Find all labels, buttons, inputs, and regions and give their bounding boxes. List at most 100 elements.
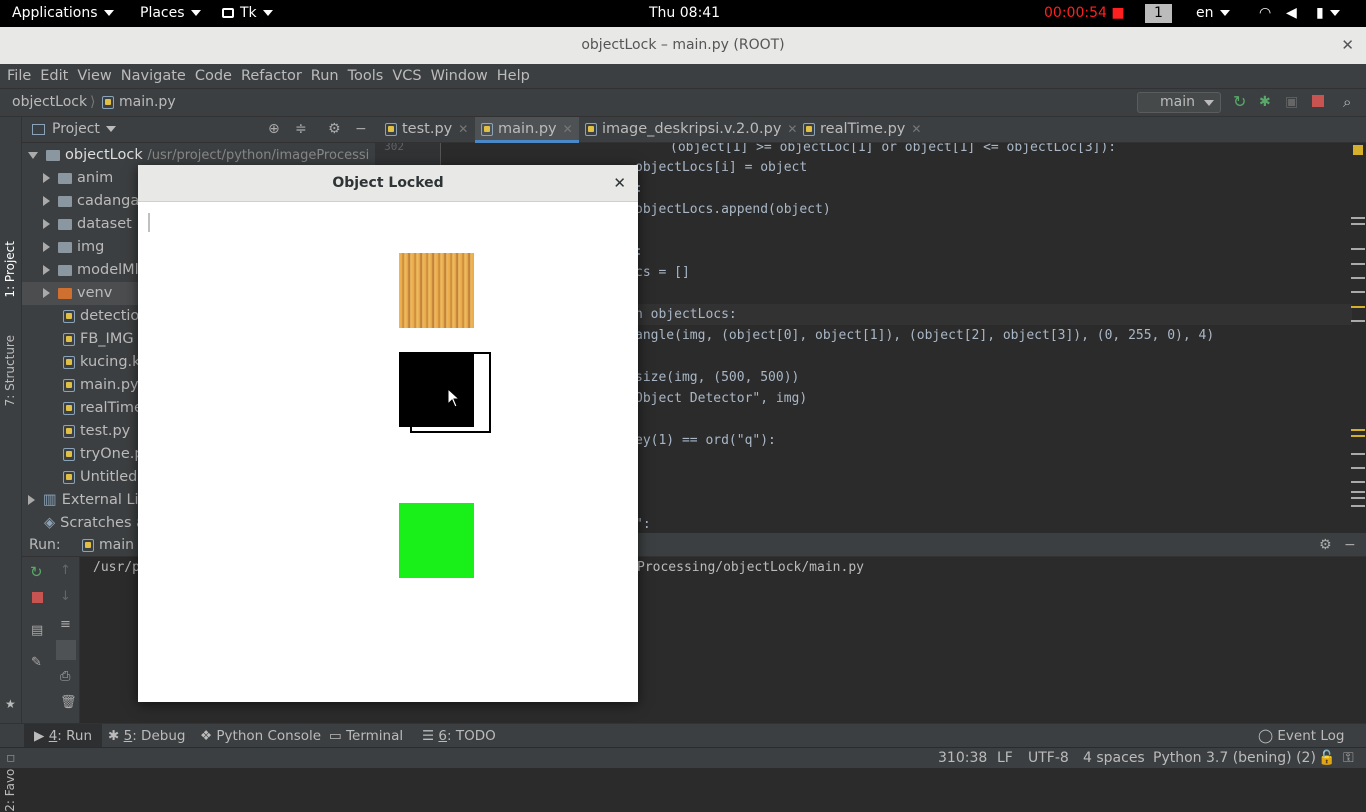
python-file-icon <box>63 378 75 392</box>
wifi-icon[interactable]: ◠ <box>1259 0 1271 27</box>
menu-view[interactable]: View <box>70 64 111 88</box>
breadcrumb-separator-icon: ⟩ <box>90 94 96 110</box>
mouse-pointer-icon <box>447 388 461 408</box>
places-menu[interactable]: Places <box>140 0 201 27</box>
tool-tab-debug[interactable]: ✱ 5: Debug <box>108 724 185 748</box>
pin-icon[interactable]: ✎ <box>31 655 42 670</box>
menu-file[interactable]: File <box>0 64 31 88</box>
menu-refactor[interactable]: Refactor <box>234 64 302 88</box>
breadcrumb-project[interactable]: objectLock <box>12 89 87 115</box>
warning-marker-icon[interactable] <box>1353 145 1363 155</box>
tool-tab-run[interactable]: ▶ 4: Run <box>24 724 103 748</box>
locked-object-image-wood <box>399 253 474 328</box>
breadcrumb-file[interactable]: main.py <box>102 89 176 115</box>
expand-icon <box>28 151 38 159</box>
close-icon[interactable]: ✕ <box>613 165 626 202</box>
clock[interactable]: Thu 08:41 <box>649 0 720 27</box>
menu-help[interactable]: Help <box>490 64 530 88</box>
lock-icon[interactable]: 🔓 <box>1318 748 1335 769</box>
code-line: n objectLocs: <box>635 307 737 322</box>
expand-icon <box>43 196 50 206</box>
rerun-icon[interactable]: ↻ <box>30 563 43 581</box>
project-view-select[interactable]: Project <box>52 117 116 142</box>
gear-icon[interactable]: ⚙ <box>1319 533 1332 557</box>
debug-icon[interactable]: ✱ <box>1259 94 1275 110</box>
line-separator[interactable]: LF <box>997 748 1013 769</box>
scroll-marker <box>1351 217 1365 219</box>
trash-icon[interactable]: 🗑 <box>60 695 77 710</box>
workspace-indicator[interactable]: 1 <box>1145 4 1172 23</box>
hide-icon[interactable]: − <box>355 117 367 142</box>
down-arrow-icon[interactable]: ↓ <box>60 589 71 604</box>
event-log-label: Event Log <box>1277 728 1345 744</box>
menu-tools[interactable]: Tools <box>341 64 384 88</box>
tab-realtime-py[interactable]: realTime.py ✕ <box>803 117 921 143</box>
run-configuration-select[interactable]: main <box>1137 92 1221 113</box>
tab-image-deskripsi[interactable]: image_deskripsi.v.2.0.py ✕ <box>585 117 797 143</box>
rerun-icon[interactable]: ↻ <box>1233 94 1249 110</box>
menu-navigate[interactable]: Navigate <box>114 64 186 88</box>
python-file-icon <box>385 122 397 136</box>
applications-menu[interactable]: Applications <box>12 0 114 27</box>
menu-bar: File Edit View Navigate Code Refactor Run Tools… <box>0 64 1366 89</box>
close-icon[interactable]: ✕ <box>787 122 797 136</box>
close-icon[interactable]: ✕ <box>911 122 921 136</box>
python-interpreter[interactable]: Python 3.7 (bening) (2) <box>1153 748 1316 769</box>
hide-icon[interactable]: − <box>1344 533 1356 557</box>
stop-icon[interactable] <box>1312 95 1324 107</box>
soft-wrap-icon[interactable]: ≡ <box>60 617 71 632</box>
tool-tab-structure[interactable]: 7: Structure <box>3 335 17 406</box>
collapse-icon[interactable]: ≑ <box>295 117 307 142</box>
coverage-icon[interactable]: ▣ <box>1285 94 1301 110</box>
file-encoding[interactable]: UTF-8 <box>1028 748 1069 769</box>
indent-setting[interactable]: 4 spaces <box>1083 748 1145 769</box>
layout-icon[interactable]: ▤ <box>31 623 43 638</box>
run-tab-main[interactable]: main <box>82 533 134 557</box>
locate-icon[interactable]: ⊕ <box>268 117 280 142</box>
code-line: objectLocs.append(object) <box>635 202 831 217</box>
close-icon[interactable]: ✕ <box>1341 27 1354 64</box>
tool-tab-project[interactable]: 1: Project <box>3 241 17 298</box>
folder-icon <box>46 149 60 161</box>
close-icon[interactable]: ✕ <box>458 122 468 136</box>
menu-edit[interactable]: Edit <box>33 64 68 88</box>
menu-vcs[interactable]: VCS <box>385 64 421 88</box>
volume-icon[interactable]: ◀ <box>1286 0 1297 27</box>
event-log-button[interactable]: ◯ Event Log <box>1258 724 1344 748</box>
stop-icon[interactable] <box>32 592 43 603</box>
tab-test-py[interactable]: test.py ✕ <box>385 117 468 143</box>
tool-tab-terminal[interactable]: ▭ Terminal <box>329 724 403 748</box>
print-icon[interactable]: ⎙ <box>60 669 70 684</box>
gear-icon[interactable]: ⚙ <box>328 117 341 142</box>
scroll-to-end-icon[interactable] <box>56 640 76 660</box>
chevron-down-icon <box>1204 100 1214 106</box>
tab-label: main.py <box>498 121 557 137</box>
star-icon[interactable]: ★ <box>5 697 16 711</box>
caret-position[interactable]: 310:38 <box>938 748 987 769</box>
folder-icon <box>58 264 72 276</box>
tree-item-label: main.py <box>80 377 139 393</box>
menu-run[interactable]: Run <box>304 64 339 88</box>
inspector-icon[interactable]: ⚿ <box>1343 748 1354 769</box>
close-icon[interactable]: ✕ <box>563 122 573 136</box>
menu-code[interactable]: Code <box>188 64 232 88</box>
tab-main-py[interactable]: main.py ✕ <box>475 117 579 143</box>
menu-window[interactable]: Window <box>424 64 488 88</box>
battery-icon[interactable]: ▮ <box>1316 0 1340 27</box>
tool-tab-todo[interactable]: ☰ 6: TODO <box>422 724 496 748</box>
tool-tab-python-console[interactable]: ❖ Python Console <box>200 724 321 748</box>
search-icon[interactable]: ⌕ <box>1343 94 1359 110</box>
tk-menu[interactable]: Tk <box>222 0 273 27</box>
language-menu[interactable]: en <box>1196 0 1230 27</box>
recording-timer[interactable]: 00:00:54 ■ <box>1044 0 1125 27</box>
expand-icon <box>43 265 50 275</box>
up-arrow-icon[interactable]: ↑ <box>60 563 71 578</box>
root-label: objectLock <box>65 147 143 163</box>
tree-root[interactable]: objectLock /usr/project/python/imageProc… <box>22 144 375 167</box>
python-file-icon <box>63 424 75 438</box>
bottom-tool-bar: ▶ 4: Run ✱ 5: Debug ❖ Python Console ▭ T… <box>0 723 1366 748</box>
language-label: en <box>1196 5 1214 21</box>
tk-label: Tk <box>240 5 257 21</box>
panel-toggle-icon[interactable]: ▫ <box>6 748 16 769</box>
tab-label: Python Console <box>216 728 322 744</box>
